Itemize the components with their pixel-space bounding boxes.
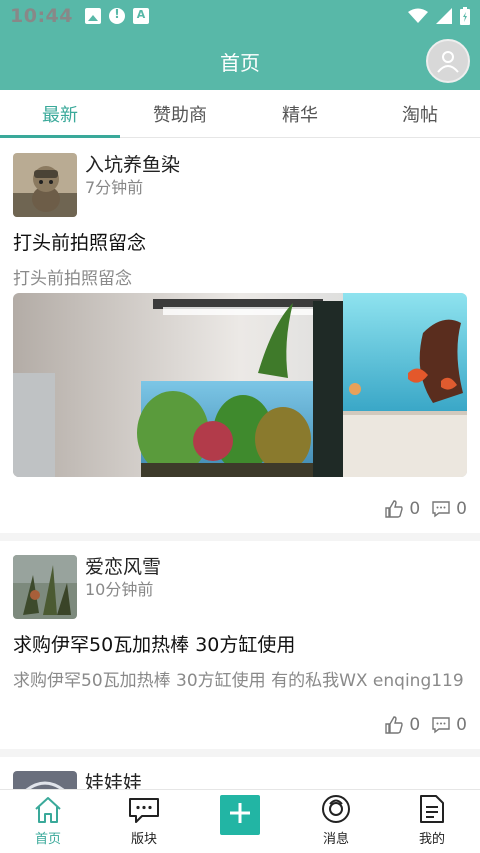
nav-messages-label: 消息 <box>322 832 349 847</box>
alert-notification-icon <box>108 7 125 24</box>
user-avatar-button[interactable] <box>426 39 470 83</box>
tab-collections[interactable]: 淘帖 <box>360 90 480 137</box>
tab-sponsors[interactable]: 赞助商 <box>120 90 240 137</box>
author-avatar[interactable] <box>13 771 77 789</box>
thumbs-up-icon <box>385 500 404 518</box>
nav-mine-label: 我的 <box>418 832 445 847</box>
post-author[interactable]: 爱恋风雪 <box>85 555 161 579</box>
post-author[interactable]: 入坑养鱼染 <box>85 153 180 177</box>
post-card[interactable]: 爱恋风雪 10分钟前 求购伊罕50瓦加热棒 30方缸使用 求购伊罕50瓦加热棒 … <box>0 541 480 757</box>
nav-home-label: 首页 <box>34 832 61 847</box>
status-time: 10:44 <box>10 5 73 27</box>
post-card[interactable]: 入坑养鱼染 7分钟前 打头前拍照留念 打头前拍照留念 0 0 <box>0 139 480 541</box>
nav-sections-label: 版块 <box>130 832 157 847</box>
post-title[interactable]: 打头前拍照留念 <box>13 229 467 257</box>
app-bar: 首页 <box>0 32 480 90</box>
app-notification-icon <box>132 8 149 24</box>
signal-icon <box>436 8 452 24</box>
page-title: 首页 <box>220 50 260 75</box>
nav-add[interactable] <box>192 790 288 853</box>
tab-bar: 最新 赞助商 精华 淘帖 <box>0 90 480 138</box>
like-button[interactable]: 0 <box>385 499 420 519</box>
like-count: 0 <box>409 715 421 735</box>
bottom-navigation: 首页 版块 消息 我的 <box>0 789 480 853</box>
tab-featured[interactable]: 精华 <box>240 90 360 137</box>
like-count: 0 <box>409 499 421 519</box>
post-title[interactable]: 求购伊罕50瓦加热棒 30方缸使用 <box>13 631 467 659</box>
battery-icon <box>460 7 470 25</box>
nav-mine[interactable]: 我的 <box>384 790 480 853</box>
chat-icon <box>129 798 159 823</box>
post-body: 求购伊罕50瓦加热棒 30方缸使用 有的私我WX enqing119 <box>13 671 464 691</box>
thumbs-up-icon <box>385 716 404 734</box>
post-body: 打头前拍照留念 <box>13 269 132 289</box>
message-icon <box>322 795 350 823</box>
tab-latest[interactable]: 最新 <box>0 90 120 138</box>
status-bar: 10:44 <box>0 0 480 32</box>
user-icon <box>437 51 459 73</box>
comment-icon <box>432 501 450 518</box>
post-card[interactable]: 娃娃娃 <box>0 757 480 789</box>
post-time: 10分钟前 <box>85 580 154 599</box>
add-post-button[interactable] <box>220 795 260 835</box>
nav-messages[interactable]: 消息 <box>288 790 384 853</box>
comment-icon <box>432 717 450 734</box>
post-feed[interactable]: 入坑养鱼染 7分钟前 打头前拍照留念 打头前拍照留念 0 0 爱恋风雪 10分钟… <box>0 139 480 789</box>
comment-button[interactable]: 0 <box>432 499 467 519</box>
add-icon <box>230 803 250 823</box>
gallery-notification-icon <box>84 8 101 24</box>
post-image-aquarium[interactable] <box>13 293 467 477</box>
author-avatar[interactable] <box>13 153 77 217</box>
post-author[interactable]: 娃娃娃 <box>85 771 142 789</box>
wifi-icon <box>408 8 428 23</box>
comment-count: 0 <box>456 715 467 735</box>
post-time: 7分钟前 <box>85 178 144 197</box>
comment-count: 0 <box>456 499 467 519</box>
like-button[interactable]: 0 <box>385 715 420 735</box>
home-icon <box>35 797 61 823</box>
nav-sections[interactable]: 版块 <box>96 790 192 853</box>
comment-button[interactable]: 0 <box>432 715 467 735</box>
author-avatar[interactable] <box>13 555 77 619</box>
document-icon <box>420 795 444 823</box>
nav-home[interactable]: 首页 <box>0 790 96 853</box>
